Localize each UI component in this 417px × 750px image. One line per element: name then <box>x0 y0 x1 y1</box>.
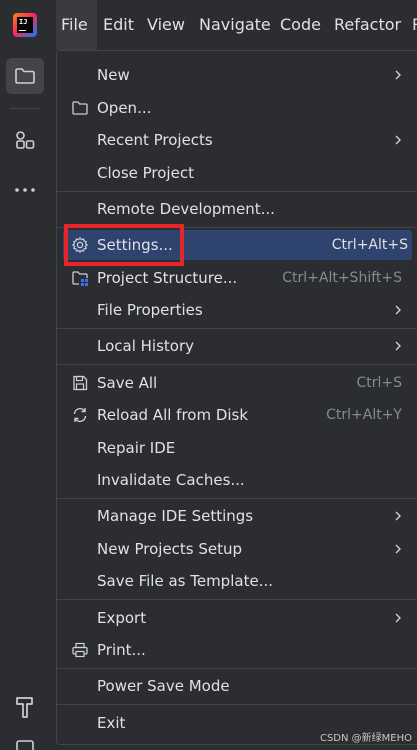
intellij-logo-icon: IJ <box>13 13 37 37</box>
menu-item-reload-all[interactable]: Reload All from Disk Ctrl+Alt+Y <box>57 400 417 430</box>
save-icon <box>73 375 88 391</box>
chevron-right-icon <box>395 544 401 554</box>
menu-separator <box>57 328 417 329</box>
structure-tool-button[interactable] <box>6 122 44 158</box>
menu-item-label: File Properties <box>97 301 203 319</box>
shortcut-label: Ctrl+Alt+Shift+S <box>282 270 402 286</box>
menu-item-label: Repair IDE <box>97 439 176 457</box>
shortcut-label: Ctrl+Alt+S <box>331 237 408 253</box>
chevron-right-icon <box>395 70 401 80</box>
menu-item-label: Save File as Template... <box>97 572 273 590</box>
menu-item-export[interactable]: Export <box>57 603 417 633</box>
menu-item-power-save-mode[interactable]: Power Save Mode <box>57 671 417 701</box>
menu-item-manage-ide-settings[interactable]: Manage IDE Settings <box>57 501 417 531</box>
menu-item-close-project[interactable]: Close Project <box>57 158 417 188</box>
chevron-right-icon <box>395 613 401 623</box>
more-tools-button[interactable] <box>6 172 44 208</box>
folder-icon <box>72 101 88 115</box>
tool-window-strip: IJ <box>0 0 50 750</box>
hammer-icon <box>16 697 33 718</box>
chevron-right-icon <box>395 135 401 145</box>
main-menubar: File Edit View Navigate Code Refactor R <box>50 0 417 50</box>
menu-item-recent-projects[interactable]: Recent Projects <box>57 125 417 155</box>
tool-strip-separator <box>10 108 40 109</box>
chevron-right-icon <box>395 305 401 315</box>
shortcut-label: Ctrl+S <box>356 375 402 391</box>
structure-icon <box>16 131 35 149</box>
menu-item-label: Open... <box>97 99 152 117</box>
menu-item-label: Remote Development... <box>97 200 275 218</box>
menu-item-label: Reload All from Disk <box>97 406 249 424</box>
menu-item-label: New <box>97 66 130 84</box>
printer-icon <box>72 642 88 658</box>
file-menu-dropdown: New Open... Recent Projects Close Projec… <box>56 50 417 745</box>
folder-icon <box>15 68 35 84</box>
menu-separator <box>57 599 417 600</box>
more-dots-icon <box>15 188 35 192</box>
menu-item-label: Local History <box>97 337 195 355</box>
terminal-icon <box>16 740 34 750</box>
menu-separator <box>57 704 417 705</box>
menu-view[interactable]: View <box>147 14 185 36</box>
menu-separator <box>57 668 417 669</box>
menu-item-project-structure[interactable]: Project Structure... Ctrl+Alt+Shift+S <box>57 263 417 293</box>
project-structure-icon <box>72 271 88 286</box>
shortcut-label: Ctrl+Alt+Y <box>326 407 402 423</box>
menu-item-invalidate-caches[interactable]: Invalidate Caches... <box>57 465 417 495</box>
menu-run-partial[interactable]: R <box>412 14 417 36</box>
menu-item-label: Print... <box>97 641 146 659</box>
menu-item-remote-development[interactable]: Remote Development... <box>57 194 417 224</box>
chevron-right-icon <box>395 511 401 521</box>
menu-item-label: Recent Projects <box>97 131 213 149</box>
menu-item-save-all[interactable]: Save All Ctrl+S <box>57 368 417 398</box>
menu-item-save-file-as-template[interactable]: Save File as Template... <box>57 566 417 596</box>
menu-item-print[interactable]: Print... <box>57 635 417 665</box>
menu-item-label: Save All <box>97 374 158 392</box>
menu-item-local-history[interactable]: Local History <box>57 331 417 361</box>
menu-file[interactable]: File <box>61 14 88 36</box>
menu-code[interactable]: Code <box>280 14 321 36</box>
build-tool-button[interactable] <box>6 689 44 725</box>
menu-separator <box>57 191 417 192</box>
menu-item-label: Project Structure... <box>97 269 238 287</box>
menu-item-new[interactable]: New <box>57 60 417 90</box>
chevron-right-icon <box>395 341 401 351</box>
menu-item-label: New Projects Setup <box>97 540 243 558</box>
menu-item-label: Exit <box>97 714 126 732</box>
menu-separator <box>57 498 417 499</box>
bottom-tool-button[interactable] <box>6 736 44 750</box>
menu-item-label: Export <box>97 609 147 627</box>
reload-icon <box>73 407 87 423</box>
menu-item-label: Manage IDE Settings <box>97 507 254 525</box>
menu-edit[interactable]: Edit <box>103 14 134 36</box>
menu-refactor[interactable]: Refactor <box>334 14 401 36</box>
menu-item-label: Invalidate Caches... <box>97 471 245 489</box>
menu-item-new-projects-setup[interactable]: New Projects Setup <box>57 534 417 564</box>
menu-item-file-properties[interactable]: File Properties <box>57 295 417 325</box>
menu-item-label: Close Project <box>97 164 194 182</box>
menu-separator <box>57 364 417 365</box>
watermark-text: CSDN @新绿MEHO <box>319 733 412 744</box>
menu-navigate[interactable]: Navigate <box>199 14 271 36</box>
menu-item-label: Power Save Mode <box>97 677 230 695</box>
menu-item-open[interactable]: Open... <box>57 93 417 123</box>
menu-item-repair-ide[interactable]: Repair IDE <box>57 433 417 463</box>
annotation-highlight-box <box>64 224 184 266</box>
project-tool-button[interactable] <box>6 58 44 94</box>
